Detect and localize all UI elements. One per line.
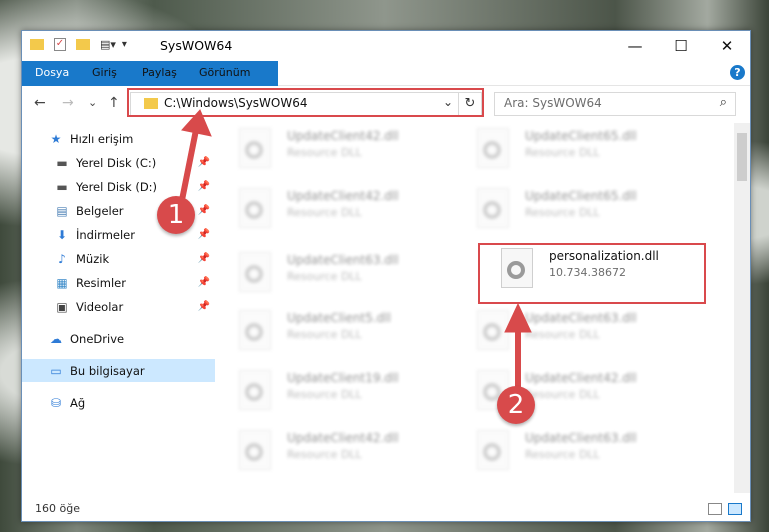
pin-icon: 📌 (197, 205, 210, 216)
dll-file-icon (239, 188, 271, 228)
sidebar-item-label: Yerel Disk (C:) (76, 155, 157, 170)
title-bar: ✓ ▤▾ ▾ SysWOW64 — ☐ ✕ (22, 31, 750, 61)
large-icons-view-icon[interactable] (728, 503, 742, 515)
music-icon: ♪ (58, 251, 66, 266)
star-icon: ★ (50, 131, 62, 146)
address-bar-highlight (127, 88, 484, 117)
list-item[interactable]: UpdateClient42.dll Resource DLL (225, 123, 455, 173)
pin-icon: 📌 (197, 277, 210, 288)
documents-icon: ▤ (56, 203, 68, 218)
dll-file-icon (239, 252, 271, 292)
dll-file-icon (239, 310, 271, 350)
pin-icon: 📌 (197, 157, 210, 168)
sidebar-item-videos[interactable]: ▣ Videolar 📌 (22, 295, 215, 318)
file-list: UpdateClient42.dll Resource DLL UpdateCl… (225, 123, 734, 493)
sidebar-item-music[interactable]: ♪ Müzik 📌 (22, 247, 215, 270)
videos-icon: ▣ (56, 299, 68, 314)
drive-icon: ▬ (56, 179, 68, 194)
window-title: SysWOW64 (160, 38, 233, 53)
up-button[interactable]: ↑ (108, 95, 120, 111)
sidebar-item-quick-access[interactable]: ★ Hızlı erişim (22, 127, 215, 150)
new-folder-icon[interactable] (76, 39, 90, 50)
computer-icon: ▭ (50, 363, 62, 378)
network-icon: ⛁ (50, 395, 62, 410)
ribbon-tabs: Dosya Giriş Paylaş Görünüm ? (22, 61, 750, 111)
search-placeholder: Ara: SysWOW64 (504, 96, 602, 110)
recent-locations-button[interactable]: ⌄ (88, 96, 97, 109)
list-item[interactable]: UpdateClient63.dll Resource DLL (463, 425, 693, 475)
callout-two: 2 (497, 386, 535, 424)
minimize-button[interactable]: — (612, 31, 658, 61)
sidebar-item-label: Belgeler (76, 203, 124, 218)
chevron-down-icon[interactable]: ▾ (122, 39, 127, 50)
sidebar-item-local-disk-d[interactable]: ▬ Yerel Disk (D:) 📌 (22, 175, 215, 198)
forward-button[interactable]: → (62, 95, 74, 111)
list-item[interactable]: UpdateClient42.dll Resource DLL (225, 183, 455, 233)
sidebar-item-label: Videolar (76, 299, 124, 314)
cloud-icon: ☁ (50, 331, 62, 346)
list-item[interactable]: UpdateClient63.dll Resource DLL (225, 247, 455, 297)
quick-access-toolbar: ✓ ▤▾ ▾ (30, 38, 127, 51)
sidebar-item-pictures[interactable]: ▦ Resimler 📌 (22, 271, 215, 294)
list-item[interactable]: UpdateClient65.dll Resource DLL (463, 123, 693, 173)
sidebar-item-label: İndirmeler (76, 227, 135, 242)
drive-icon: ▬ (56, 155, 68, 170)
sidebar-item-label: Müzik (76, 251, 110, 266)
tab-home[interactable]: Giriş (92, 61, 117, 85)
dll-file-icon (477, 310, 509, 350)
pin-icon: 📌 (197, 301, 210, 312)
pictures-icon: ▦ (56, 275, 68, 290)
close-button[interactable]: ✕ (704, 31, 750, 61)
list-item[interactable]: UpdateClient5.dll Resource DLL (225, 305, 455, 355)
sidebar-item-local-disk-c[interactable]: ▬ Yerel Disk (C:) 📌 (22, 151, 215, 174)
navigation-pane: ★ Hızlı erişim ▬ Yerel Disk (C:) 📌 ▬ Yer… (22, 123, 215, 493)
back-button[interactable]: ← (34, 95, 46, 111)
tab-share[interactable]: Paylaş (142, 61, 177, 85)
pin-icon: 📌 (197, 253, 210, 264)
dll-file-icon (239, 370, 271, 410)
sidebar-item-network[interactable]: ⛁ Ağ (22, 391, 215, 414)
file-highlight-box (478, 243, 706, 304)
scrollbar-thumb[interactable] (737, 133, 747, 181)
sidebar-item-this-pc[interactable]: ▭ Bu bilgisayar (22, 359, 215, 382)
maximize-button[interactable]: ☐ (658, 31, 704, 61)
explorer-window: ✓ ▤▾ ▾ SysWOW64 — ☐ ✕ Dosya Giriş Paylaş… (21, 30, 751, 522)
sidebar-item-onedrive[interactable]: ☁ OneDrive (22, 327, 215, 350)
help-icon[interactable]: ? (730, 65, 745, 80)
customize-toolbar-icon[interactable]: ▤▾ (100, 38, 116, 51)
sidebar-item-label: Ağ (70, 395, 86, 410)
dll-file-icon (239, 430, 271, 470)
vertical-scrollbar[interactable] (734, 123, 750, 493)
list-item[interactable]: UpdateClient19.dll Resource DLL (225, 365, 455, 415)
list-item[interactable]: UpdateClient63.dll Resource DLL (463, 305, 693, 355)
sidebar-item-label: OneDrive (70, 331, 125, 346)
list-item[interactable]: UpdateClient42.dll Resource DLL (225, 425, 455, 475)
folder-icon[interactable] (30, 39, 44, 50)
dll-file-icon (477, 430, 509, 470)
dll-file-icon (239, 128, 271, 168)
sidebar-item-label: Hızlı erişim (70, 131, 134, 146)
sidebar-item-label: Bu bilgisayar (70, 363, 145, 378)
sidebar-item-label: Yerel Disk (D:) (76, 179, 158, 194)
search-input[interactable]: Ara: SysWOW64 ⌕ (494, 92, 736, 116)
tab-view[interactable]: Görünüm (199, 61, 250, 85)
status-bar: 160 öğe (22, 497, 750, 521)
list-item[interactable]: UpdateClient65.dll Resource DLL (463, 183, 693, 233)
pin-icon: 📌 (197, 229, 210, 240)
search-icon[interactable]: ⌕ (720, 95, 727, 110)
dll-file-icon (477, 188, 509, 228)
details-view-icon[interactable] (708, 503, 722, 515)
item-count: 160 öğe (35, 502, 80, 515)
dll-file-icon (477, 128, 509, 168)
sidebar-item-label: Resimler (76, 275, 126, 290)
properties-icon[interactable]: ✓ (54, 38, 66, 51)
pin-icon: 📌 (197, 181, 210, 192)
callout-one: 1 (157, 196, 195, 234)
download-icon: ⬇ (56, 227, 68, 242)
